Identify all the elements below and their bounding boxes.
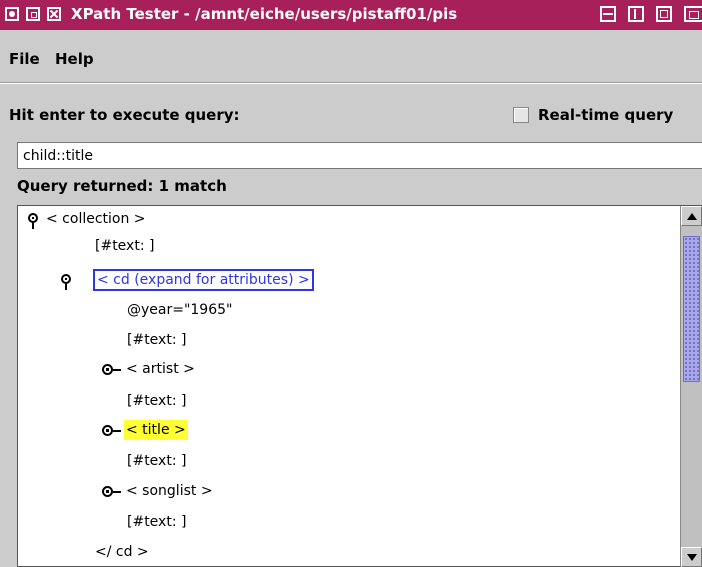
query-result-label: Query returned: 1 match: [17, 177, 227, 195]
scroll-up-button[interactable]: [681, 206, 702, 226]
arrow-up-icon: [687, 213, 697, 220]
tree-node-collection[interactable]: < collection >: [46, 209, 146, 229]
pushpin-icon[interactable]: [60, 273, 72, 291]
tree-node-title-match[interactable]: < title >: [124, 420, 188, 440]
close-icon[interactable]: [47, 7, 61, 21]
tree-node-artist[interactable]: < artist >: [126, 359, 195, 379]
realtime-query-checkbox[interactable]: [513, 107, 529, 123]
expand-toggle-icon[interactable]: [102, 425, 122, 437]
menu-bar: File Help: [0, 47, 702, 73]
restore-icon[interactable]: [684, 6, 702, 22]
tree-node-text[interactable]: [#text: ]: [127, 330, 186, 350]
tree-node-text[interactable]: [#text: ]: [127, 512, 186, 532]
realtime-query-label[interactable]: Real-time query: [538, 106, 673, 124]
app-window: XPath Tester - /amnt/eiche/users/pistaff…: [0, 0, 702, 567]
tree-node-text[interactable]: [#text: ]: [95, 236, 154, 256]
expand-toggle-icon[interactable]: [102, 486, 122, 498]
menu-file[interactable]: File: [9, 50, 40, 68]
window-title: XPath Tester - /amnt/eiche/users/pistaff…: [71, 5, 458, 23]
title-bar[interactable]: XPath Tester - /amnt/eiche/users/pistaff…: [0, 0, 702, 30]
shade-icon[interactable]: [26, 7, 40, 21]
query-prompt-label: Hit enter to execute query:: [9, 106, 240, 124]
menu-help[interactable]: Help: [55, 50, 94, 68]
query-input[interactable]: [17, 142, 702, 169]
window-menu-icon[interactable]: [5, 7, 19, 21]
expand-toggle-icon[interactable]: [102, 364, 122, 376]
tree-node-text[interactable]: [#text: ]: [127, 451, 186, 471]
scroll-down-button[interactable]: [681, 547, 702, 567]
maximize-vertical-icon[interactable]: [628, 6, 644, 22]
tree-node-text[interactable]: [#text: ]: [127, 391, 186, 411]
vertical-scrollbar[interactable]: [680, 206, 702, 567]
maximize-icon[interactable]: [656, 6, 672, 22]
tree-node-attribute-year[interactable]: @year="1965": [127, 300, 232, 320]
arrow-down-icon: [687, 554, 697, 561]
tree-node-cd-selected[interactable]: < cd (expand for attributes) >: [93, 269, 314, 291]
menu-separator: [0, 82, 702, 84]
minimize-icon[interactable]: [600, 6, 616, 22]
scrollbar-thumb[interactable]: [683, 236, 700, 382]
pushpin-icon[interactable]: [27, 212, 39, 230]
tree-node-cd-close[interactable]: </ cd >: [95, 542, 149, 562]
tree-node-songlist[interactable]: < songlist >: [126, 481, 213, 501]
dom-tree-view[interactable]: < collection > [#text: ] < cd (expand fo…: [17, 205, 702, 567]
